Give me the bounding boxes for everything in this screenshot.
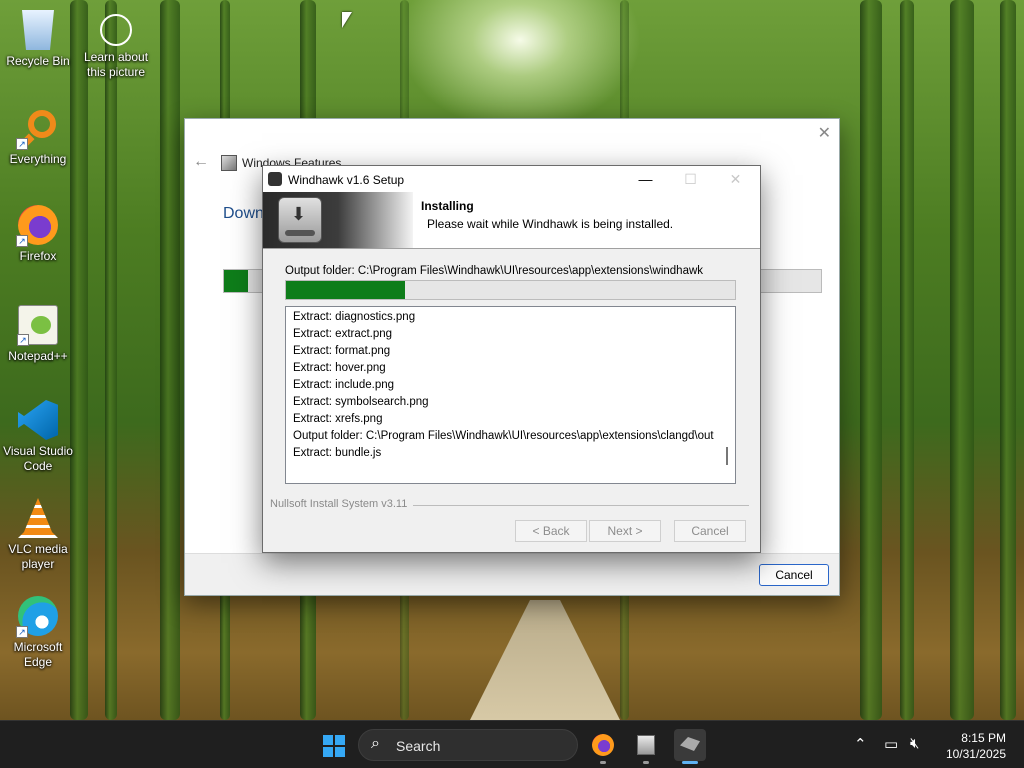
log-line: Extract: xrefs.png xyxy=(293,413,383,425)
log-line: Extract: hover.png xyxy=(293,362,386,374)
recycle-bin-label: Recycle Bin xyxy=(6,54,70,68)
firefox-shortcut[interactable]: ↗ Firefox xyxy=(0,205,76,264)
everything-label: Everything xyxy=(9,152,67,166)
window-footer: Cancel xyxy=(185,553,839,595)
minimize-button[interactable]: — xyxy=(623,166,668,192)
install-progress-bar xyxy=(285,280,736,300)
firefox-icon: ↗ xyxy=(16,205,58,247)
camera-info-icon xyxy=(100,14,132,46)
edge-label: Microsoft Edge xyxy=(13,640,63,669)
vlc-shortcut[interactable]: VLC media player xyxy=(0,498,76,572)
search-icon: ⌕ xyxy=(371,735,380,752)
install-drive-icon: ⬇ xyxy=(278,197,322,243)
output-folder-label: Output folder: C:\Program Files\Windhawk… xyxy=(285,265,704,277)
header-subtitle: Please wait while Windhawk is being inst… xyxy=(427,217,674,231)
next-button: Next > xyxy=(589,520,661,542)
header-title: Installing xyxy=(421,199,474,213)
log-line: Extract: include.png xyxy=(293,379,395,391)
windows-logo-icon xyxy=(323,735,345,757)
clock-time: 8:15 PM xyxy=(961,731,1006,745)
close-icon[interactable]: ✕ xyxy=(818,123,831,143)
recycle-bin-icon xyxy=(22,10,54,50)
windhawk-icon xyxy=(680,737,700,751)
progress-fill xyxy=(286,281,405,299)
vlc-label: VLC media player xyxy=(8,542,68,571)
edge-shortcut[interactable]: ↗ Microsoft Edge xyxy=(0,596,76,670)
close-button: ✕ xyxy=(729,171,742,187)
learn-about-picture-shortcut[interactable]: Learn about this picture xyxy=(78,14,154,80)
shortcut-arrow-icon: ↗ xyxy=(17,334,29,346)
vscode-label: Visual Studio Code xyxy=(3,444,73,473)
installer-icon xyxy=(637,735,655,755)
show-hidden-icons-chevron-icon[interactable]: ⌃ xyxy=(854,735,867,753)
notepad-plus-plus-icon: ↗ xyxy=(17,305,58,346)
shortcut-arrow-icon: ↗ xyxy=(16,235,28,247)
everything-shortcut[interactable]: ↗ Everything xyxy=(0,108,76,167)
vlc-cone-icon xyxy=(18,498,58,538)
window-title: Windhawk v1.6 Setup xyxy=(288,173,405,187)
log-line: Extract: bundle.js xyxy=(293,447,382,459)
windows-features-icon xyxy=(221,155,237,171)
log-line: Extract: diagnostics.png xyxy=(293,311,416,323)
taskbar-search-box[interactable]: ⌕ Search xyxy=(358,729,578,761)
display-icon[interactable]: ▭ xyxy=(884,735,898,753)
start-button[interactable] xyxy=(318,729,350,761)
install-log-list[interactable]: Extract: diagnostics.png Extract: extract… xyxy=(285,306,736,484)
page-heading: Down xyxy=(223,205,264,222)
header-banner: ⬇ xyxy=(263,192,413,248)
learn-about-picture-label: Learn about this picture xyxy=(83,50,149,79)
taskbar-firefox[interactable] xyxy=(587,729,619,764)
log-line: Output folder: C:\Program Files\Windhawk… xyxy=(293,430,714,442)
taskbar-installer[interactable] xyxy=(630,729,662,764)
back-button: < Back xyxy=(515,520,587,542)
divider xyxy=(413,505,749,506)
firefox-icon xyxy=(592,734,614,756)
notepad-plus-plus-label: Notepad++ xyxy=(8,349,68,363)
log-scrollbar-thumb[interactable] xyxy=(726,447,728,465)
volume-muted-icon[interactable]: 🔇︎ xyxy=(910,735,919,752)
vscode-shortcut[interactable]: Visual Studio Code xyxy=(0,400,76,474)
firefox-label: Firefox xyxy=(19,249,57,263)
log-line: Extract: format.png xyxy=(293,345,391,357)
maximize-button: ☐ xyxy=(684,171,697,187)
nsis-branding: Nullsoft Install System v3.11 xyxy=(270,498,408,510)
cancel-button: Cancel xyxy=(674,520,746,542)
title-bar[interactable]: Windhawk v1.6 Setup — ☐ ✕ xyxy=(263,166,760,192)
taskbar-windhawk-setup[interactable] xyxy=(674,729,706,764)
windhawk-app-icon xyxy=(268,172,282,186)
windhawk-setup-dialog[interactable]: Windhawk v1.6 Setup — ☐ ✕ ⬇ Installing P… xyxy=(262,165,761,553)
log-line: Extract: extract.png xyxy=(293,328,393,340)
taskbar: ⌕ Search ⌃ ▭ 🔇︎ 8:15 PM 10/31/2025 xyxy=(0,720,1024,768)
shortcut-arrow-icon: ↗ xyxy=(16,138,28,150)
shortcut-arrow-icon: ↗ xyxy=(16,626,28,638)
edge-icon: ↗ xyxy=(16,596,58,638)
notepad-plus-plus-shortcut[interactable]: ↗ Notepad++ xyxy=(0,305,76,364)
back-arrow-icon[interactable]: ← xyxy=(193,153,209,171)
taskbar-clock[interactable]: 8:15 PM 10/31/2025 xyxy=(936,730,1006,762)
clock-date: 10/31/2025 xyxy=(945,747,1006,761)
setup-header: ⬇ Installing Please wait while Windhawk … xyxy=(263,192,760,249)
everything-search-icon: ↗ xyxy=(16,108,58,151)
search-label: Search xyxy=(396,738,441,754)
recycle-bin-icon-shortcut[interactable]: Recycle Bin xyxy=(0,10,76,69)
log-line: Extract: symbolsearch.png xyxy=(293,396,429,408)
vscode-icon xyxy=(18,400,58,440)
mouse-cursor-icon xyxy=(342,12,352,28)
cancel-button[interactable]: Cancel xyxy=(759,564,829,586)
progress-fill xyxy=(224,270,248,292)
